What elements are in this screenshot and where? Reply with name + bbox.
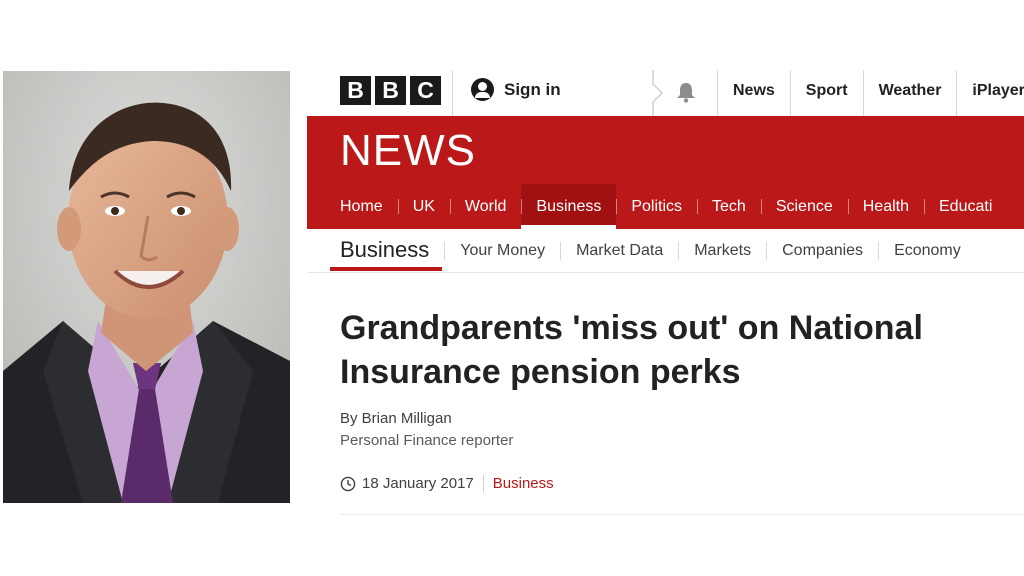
masthead: B B C Sign in News Sport Weather iPlayer (307, 70, 1024, 116)
meta-divider (482, 475, 484, 492)
section-link-markets[interactable]: Markets (678, 241, 766, 260)
section-link-economy[interactable]: Economy (878, 241, 976, 260)
section-title[interactable]: Business (329, 229, 444, 273)
news-nav-politics[interactable]: Politics (616, 184, 697, 229)
section-link-your-money[interactable]: Your Money (444, 241, 560, 260)
chevron-right-icon (652, 70, 664, 116)
masthead-link-news[interactable]: News (717, 70, 790, 116)
article-section-link[interactable]: Business (493, 475, 554, 492)
sign-in-button[interactable]: Sign in (471, 78, 561, 101)
news-nav: Home UK World Business Politics Tech Sci… (307, 184, 1007, 229)
bell-icon[interactable] (675, 81, 697, 103)
bbc-logo-block: B (340, 76, 371, 105)
masthead-link-weather[interactable]: Weather (862, 70, 957, 116)
bbc-logo-block: C (410, 76, 441, 105)
user-icon (471, 78, 494, 101)
news-wordmark[interactable]: NEWS (340, 126, 476, 176)
news-nav-education[interactable]: Educati (924, 184, 1007, 229)
news-nav-business[interactable]: Business (521, 184, 617, 229)
portrait-illustration (3, 71, 290, 503)
portrait-photo (3, 71, 290, 503)
news-band: NEWS Home UK World Business Politics Tec… (307, 116, 1024, 229)
article-headline: Grandparents 'miss out' on National Insu… (340, 309, 923, 391)
masthead-link-sport[interactable]: Sport (789, 70, 863, 116)
byline-author: By Brian Milligan (340, 410, 452, 427)
news-nav-science[interactable]: Science (760, 184, 848, 229)
clock-icon (340, 476, 356, 491)
news-nav-uk[interactable]: UK (397, 184, 450, 229)
news-nav-tech[interactable]: Tech (697, 184, 761, 229)
divider (340, 514, 1024, 515)
masthead-divider (452, 70, 453, 116)
section-link-market-data[interactable]: Market Data (560, 241, 678, 260)
masthead-link-iplayer[interactable]: iPlayer (956, 70, 1024, 116)
bbc-news-page: B B C Sign in News Sport Weather iPlayer… (307, 70, 1024, 530)
news-nav-health[interactable]: Health (847, 184, 924, 229)
byline-role: Personal Finance reporter (340, 432, 514, 449)
article-date: 18 January 2017 (362, 475, 474, 492)
section-nav: Business Your Money Market Data Markets … (307, 229, 1024, 273)
masthead-nav: News Sport Weather iPlayer (717, 70, 1024, 116)
article-meta: 18 January 2017 Business (340, 475, 554, 492)
news-nav-home[interactable]: Home (307, 184, 398, 229)
bbc-logo[interactable]: B B C (340, 76, 441, 105)
news-nav-world[interactable]: World (449, 184, 522, 229)
sign-in-label: Sign in (504, 79, 561, 99)
section-link-companies[interactable]: Companies (766, 241, 878, 260)
bbc-logo-block: B (375, 76, 406, 105)
